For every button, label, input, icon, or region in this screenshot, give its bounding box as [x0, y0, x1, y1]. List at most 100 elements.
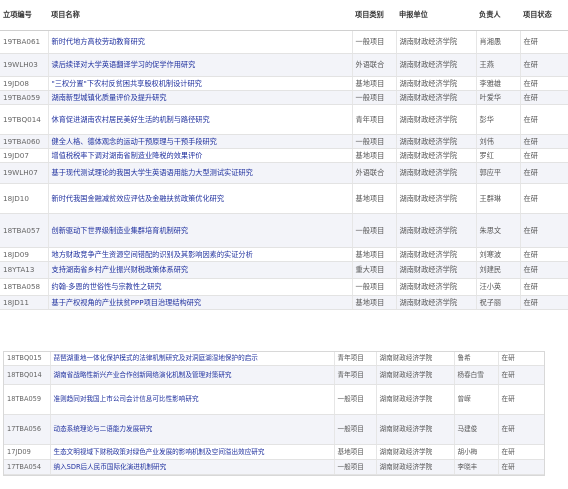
- project-name-link[interactable]: 准则趋同对我国上市公司会计信息可比性影响研究: [54, 395, 199, 403]
- project-name-link[interactable]: 纳入SDR后人民币国际化演进机制研究: [54, 463, 167, 471]
- project-person-cell: 叶爱华: [476, 90, 521, 105]
- project-unit-cell: 湖南财政经济学院: [399, 193, 458, 203]
- project-name-cell: 增值税税率下调对湖南省制造业降税的效果评价: [48, 148, 353, 163]
- table-row: 19TBQ014 休育促进湖南农村居民美好生活的机制与路径研究 青年项目 湖南财政经济…: [0, 104, 568, 135]
- project-person-cell: 刘伟: [479, 136, 494, 146]
- table-row: 19JD08 "三权分置"下农村反贫困共享股权机制设计研究 基地项目 湖南财政经济学院…: [0, 76, 568, 91]
- project-status-cell: 在研: [498, 384, 544, 415]
- project-name-cell: 基于产权视角的产业扶贫PPP项目治理结构研究: [48, 295, 353, 310]
- project-unit-cell: 湖南财政经济学院: [379, 425, 433, 433]
- project-unit-cell: 湖南财政经济学院: [399, 78, 458, 88]
- project-person-cell: 鲁希: [457, 354, 471, 363]
- project-type-cell: 基地项目: [334, 444, 377, 460]
- project-unit-cell: 湖南财政经济学院: [396, 213, 477, 248]
- project-person-cell: 李晓丰: [457, 462, 478, 471]
- project-name-cell: 地方财政竞争产生资源空间错配的识别及其影响因素的实证分析: [48, 247, 353, 262]
- project-unit-cell: 湖南财政经济学院: [399, 150, 458, 160]
- project-name-link[interactable]: 基于现代测试理论的我国大学生英语语用能力大型测试实证研究: [52, 168, 253, 177]
- project-person-cell: 汪小英: [476, 278, 521, 296]
- project-type-cell: 基地项目: [355, 249, 385, 259]
- project-person-cell: 王燕: [476, 53, 521, 77]
- project-type-cell: 青年项目: [355, 114, 385, 124]
- project-type-cell: 一般项目: [355, 92, 385, 102]
- project-unit-cell: 湖南财政经济学院: [396, 76, 477, 91]
- project-type-cell: 一般项目: [355, 225, 385, 235]
- project-name-link[interactable]: 湖南新型城镇化质量评价及提升研究: [52, 93, 167, 102]
- project-name-link[interactable]: 新时代地方高校劳动教育研究: [52, 37, 145, 46]
- project-name-link[interactable]: 琵琶湖重地一体化保护模式的法律机制研究及对洞庭湖湿地保护的启示: [54, 354, 258, 362]
- project-status-cell: 在研: [523, 78, 538, 88]
- project-unit-cell: 湖南财政经济学院: [399, 249, 458, 259]
- project-status-cell: 在研: [520, 295, 568, 310]
- project-name-link[interactable]: 基于产权视角的产业扶贫PPP项目治理结构研究: [52, 298, 202, 307]
- table-row: 19WLH07 基于现代测试理论的我国大学生英语语用能力大型测试实证研究 外语联合 湖…: [0, 162, 568, 184]
- project-unit-cell: 湖南财政经济学院: [399, 297, 458, 307]
- project-unit-cell: 湖南财政经济学院: [396, 104, 477, 135]
- project-status-cell: 在研: [523, 150, 538, 160]
- project-status-cell: 在研: [501, 425, 515, 433]
- project-person-cell: 王燕: [479, 60, 494, 69]
- project-name-link[interactable]: 约翰·多恩的世俗性与宗教性之研究: [52, 282, 162, 291]
- project-unit-cell: 湖南财政经济学院: [376, 352, 455, 366]
- project-unit-cell: 湖南财政经济学院: [379, 395, 433, 403]
- project-status-cell: 在研: [498, 414, 544, 445]
- project-name-link[interactable]: "三权分置"下农村反贫困共享股权机制设计研究: [52, 79, 202, 88]
- table-row: 18JD11 基于产权视角的产业扶贫PPP项目治理结构研究 基地项目 湖南财政经济学院…: [0, 295, 568, 310]
- project-person-cell: 李雅雄: [476, 76, 521, 91]
- project-name-link[interactable]: 读后续译对大学英语翻译学习的促学作用研究: [52, 60, 196, 69]
- project-type-cell: 一般项目: [337, 425, 364, 433]
- project-type-cell: 基地项目: [355, 150, 385, 160]
- project-name-link[interactable]: 休育促进湖南农村居民美好生活的机制与路径研究: [52, 115, 210, 124]
- table-body: 19TBA061 新时代地方高校劳动教育研究 一般项目 湖南财政经济学院 肖湘愚 在研 19…: [0, 30, 568, 310]
- project-name-link[interactable]: 新时代我国金融减贫效应评估及金融扶贫政策优化研究: [52, 194, 225, 203]
- project-type-cell: 基地项目: [352, 295, 397, 310]
- project-type-cell: 青年项目: [334, 352, 377, 366]
- project-id-cell: 19TBQ014: [0, 104, 49, 135]
- project-id-cell: 18TBQ014: [7, 370, 42, 379]
- project-name-link[interactable]: 支持湖南省乡村产业振兴财税政策体系研究: [52, 265, 189, 274]
- project-name-link[interactable]: 生态文明视域下财税政策对绿色产业发展的影响机制及空间溢出效应研究: [54, 448, 265, 456]
- table-row: 18JD10 新时代我国金融减贫效应评估及金融扶贫政策优化研究 基地项目 湖南财政经济…: [0, 183, 568, 214]
- project-person-cell: 罗红: [476, 148, 521, 163]
- project-status-cell: 在研: [523, 249, 538, 259]
- project-name-link[interactable]: 创新驱动下世界级制造业集群培育机制研究: [52, 226, 189, 235]
- project-name-link[interactable]: 地方财政竞争产生资源空间错配的识别及其影响因素的实证分析: [52, 250, 253, 259]
- project-person-cell: 李雅雄: [479, 78, 502, 88]
- project-type-cell: 一般项目: [352, 213, 397, 248]
- project-name-link[interactable]: 动态系统理论与二语能力发展研究: [54, 425, 153, 433]
- project-unit-cell: 湖南财政经济学院: [399, 168, 458, 177]
- project-unit-cell: 湖南财政经济学院: [376, 384, 455, 415]
- project-person-cell: 李晓丰: [454, 459, 499, 475]
- project-type-cell: 一般项目: [337, 395, 364, 403]
- project-name-cell: 琵琶湖重地一体化保护模式的法律机制研究及对洞庭湖湿地保护的启示: [50, 352, 335, 366]
- project-person-cell: 叶爱华: [479, 92, 502, 102]
- project-unit-cell: 湖南财政经济学院: [396, 183, 477, 214]
- table-row: 17TBA054 纳入SDR后人民币国际化演进机制研究 一般项目 湖南财政经济学院 李晓…: [4, 459, 544, 475]
- project-id-cell: 18TBA058: [0, 278, 49, 296]
- project-person-cell: 汪小英: [479, 282, 502, 291]
- project-unit-cell: 湖南财政经济学院: [396, 30, 477, 54]
- project-status-cell: 在研: [523, 92, 538, 102]
- project-status-cell: 在研: [520, 183, 568, 214]
- project-status-cell: 在研: [520, 90, 568, 105]
- project-name-link[interactable]: 增值税税率下调对湖南省制造业降税的效果评价: [52, 151, 203, 160]
- project-id-cell: 19TBQ014: [3, 114, 41, 124]
- project-name-cell: 休育促进湖南农村居民美好生活的机制与路径研究: [48, 104, 353, 135]
- project-unit-cell: 湖南财政经济学院: [376, 459, 455, 475]
- project-type-cell: 一般项目: [352, 134, 397, 149]
- project-status-cell: 在研: [501, 462, 515, 471]
- table-row: 19TBA059 湖南新型城镇化质量评价及提升研究 一般项目 湖南财政经济学院 叶爱华 在…: [0, 90, 568, 105]
- project-name-link[interactable]: 健全人格、德体观念的运动干预原理与干预手段研究: [52, 137, 217, 146]
- project-person-cell: 刘伟: [476, 134, 521, 149]
- project-person-cell: 马建俊: [454, 414, 499, 445]
- project-person-cell: 曾嵘: [454, 384, 499, 415]
- project-type-cell: 一般项目: [352, 278, 397, 296]
- project-name-link[interactable]: 湖南省战略性新兴产业合作创新网络演化机制及管理对策研究: [54, 371, 232, 379]
- project-type-cell: 一般项目: [334, 384, 377, 415]
- project-person-cell: 肖湘愚: [479, 37, 502, 46]
- table-row: 18JD09 地方财政竞争产生资源空间错配的识别及其影响因素的实证分析 基地项目 湖南…: [0, 247, 568, 262]
- project-id-cell: 19TBA061: [0, 30, 49, 54]
- project-status-cell: 在研: [523, 193, 538, 203]
- project-unit-cell: 湖南财政经济学院: [396, 148, 477, 163]
- project-id-cell: 19WLH07: [0, 162, 49, 184]
